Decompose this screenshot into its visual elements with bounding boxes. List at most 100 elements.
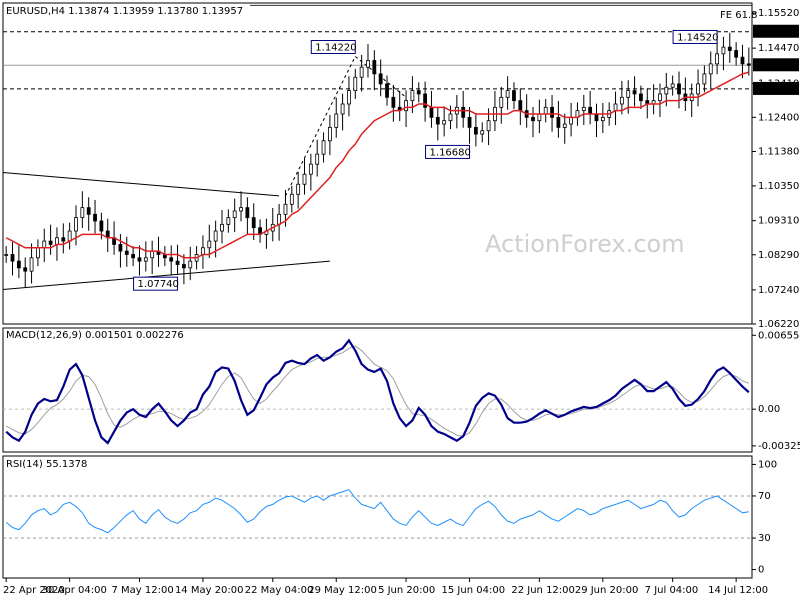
candle-body [442,120,447,125]
chart-plot: 1.155201.144701.134101.124001.113801.103… [2,4,800,596]
y-tick-label: 1.06220 [758,319,799,330]
candle-body [677,83,681,95]
candle-body [308,163,313,175]
candle-body [131,254,136,259]
candle-body [327,126,332,142]
candle-body [378,73,383,85]
candle-body [626,90,631,98]
level-label: 1.13250 [756,85,797,96]
panel-frame-0 [2,2,753,325]
candle-body [658,93,662,102]
candle-body [283,203,288,215]
candle-body [277,213,282,225]
candle-body [207,240,212,249]
y-tick-label: 1.09310 [758,216,799,227]
candle-body [23,267,28,272]
trendline-dashed [285,56,356,197]
candle-body [505,90,510,98]
candle-body [385,83,389,98]
y-tick-label: 1.14470 [758,43,799,54]
candle-body [632,90,637,95]
candle-body [550,106,554,118]
candle-body [581,106,586,112]
candle-body [353,76,358,92]
candle-body [543,106,548,115]
candle-body [639,93,643,102]
y-tick-label: 1.15520 [758,8,799,19]
x-tick-label: 5 Jun 20:00 [378,585,435,596]
candle-body [251,217,256,229]
candle-body [664,86,669,95]
candle-body [29,257,34,272]
x-tick-label: 29 May 12:00 [308,585,377,596]
candle-body [124,250,129,255]
candle-body [74,217,78,232]
fib-label: FE 61.8 [720,10,758,21]
candle-body [42,240,47,249]
y-tick-label: 1.12400 [758,112,799,123]
candle-body [340,103,345,115]
candle-body [334,113,339,128]
candle-body [93,213,97,222]
eurusd-chart: 1.155201.144701.134101.124001.113801.103… [2,2,800,596]
candle-body [86,207,91,215]
macd-title: MACD(12,26,9) 0.001501 0.002276 [6,330,184,341]
candle-body [220,223,224,232]
x-tick-label: 14 May 20:00 [175,585,244,596]
x-tick-label: 22 Jun 12:00 [511,585,575,596]
candle-body [182,264,186,269]
candle-body [239,207,243,212]
macd-signal-line [5,345,749,437]
watermark: ActionForex.com [485,230,685,258]
candle-body [302,173,307,185]
candle-body [80,207,85,219]
panel-frame-1 [2,327,753,453]
trendline-upper [2,172,280,197]
candle-body [702,73,707,85]
candle-body [226,217,231,225]
candle-body [486,120,491,132]
candle-body [175,260,180,265]
macd-y-tick-label: -0.003259 [758,441,800,452]
candle-body [213,230,218,242]
candle-body [36,247,40,259]
candle-body [61,237,66,242]
candle-body [372,60,377,75]
candle-body [556,116,561,128]
candle-body [137,257,142,262]
y-tick-label: 1.11380 [758,146,799,157]
panel-frame-2 [2,455,753,579]
rsi-y-tick-label: 100 [758,459,777,470]
candle-body [188,260,193,269]
candle-body [569,116,573,125]
main-title: EURUSD,H4 1.13874 1.13959 1.13780 1.1395… [6,6,243,17]
candle-body [448,113,453,122]
candle-body [518,100,523,112]
rsi-y-tick-label: 70 [758,491,771,502]
macd-y-tick-label: 0.00 [758,404,780,415]
x-tick-label: 7 May 12:00 [111,585,173,596]
candle-body [531,116,535,122]
candle-body [562,123,567,128]
x-tick-label: 7 Jul 04:00 [645,585,699,596]
annotation-label: 1.16680 [430,147,471,158]
candle-body [715,53,719,65]
candle-body [512,90,516,102]
candle-body [416,90,421,95]
candle-body [410,90,415,102]
candle-body [201,247,205,255]
candle-body [499,96,504,108]
candle-body [740,56,745,65]
candle-body [480,130,485,135]
candle-body [588,106,593,115]
candle-body [296,183,301,195]
candle-body [169,257,174,262]
candle-body [55,237,59,245]
candle-body [734,50,739,58]
candle-body [467,116,472,128]
x-tick-label: 14 Jul 12:00 [708,585,768,596]
candle-body [696,83,700,95]
candle-body [48,240,53,245]
candle-body [10,254,15,262]
macd-line [5,338,750,445]
